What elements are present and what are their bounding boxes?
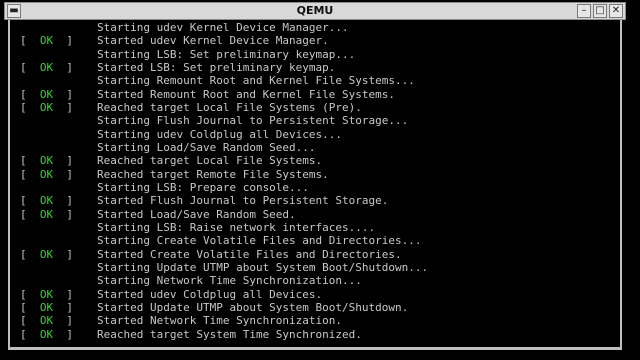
status-badge: [ OK ] (20, 327, 73, 341)
log-line: [ OK ] Started Network Time Synchronizati… (20, 314, 428, 327)
log-line: Starting Update UTMP about System Boot/S… (20, 261, 428, 274)
ok-status: OK (39, 60, 54, 74)
status-badge: [ OK ] (20, 60, 73, 74)
ok-status: OK (39, 207, 54, 221)
log-line: Starting Load/Save Random Seed... (20, 141, 428, 154)
log-message: Starting Update UTMP about System Boot/S… (97, 260, 429, 274)
log-line: Starting Flush Journal to Persistent Sto… (20, 114, 428, 127)
log-line: Starting Remount Root and Kernel File Sy… (20, 74, 428, 87)
log-line: Starting LSB: Raise network interfaces..… (20, 221, 428, 234)
log-message: Starting udev Coldplug all Devices... (97, 127, 343, 141)
log-message: Started Update UTMP about System Boot/Sh… (97, 300, 409, 314)
log-message: Started udev Coldplug all Devices. (97, 287, 323, 301)
status-badge: [ OK ] (20, 247, 73, 261)
log-line: Starting LSB: Set preliminary keymap... (20, 48, 428, 61)
ok-status: OK (39, 247, 54, 261)
status-badge: [ OK ] (20, 194, 73, 208)
log-line: [ OK ] Started Update UTMP about System B… (20, 301, 428, 314)
log-message: Starting Network Time Synchronization... (97, 274, 362, 288)
log-line: [ OK ] Started udev Kernel Device Manager… (20, 34, 428, 47)
log-message: Starting udev Kernel Device Manager... (97, 21, 349, 34)
log-message: Started Create Volatile Files and Direct… (97, 247, 402, 261)
log-line: [ OK ] Reached target System Time Synchro… (20, 328, 428, 341)
log-line: [ OK ] Reached target Remote File Systems… (20, 168, 428, 181)
log-message: Started Load/Save Random Seed. (97, 207, 296, 221)
log-message: Starting Load/Save Random Seed... (97, 140, 316, 154)
log-message: Starting Create Volatile Files and Direc… (97, 234, 422, 248)
log-line: Starting Network Time Synchronization... (20, 274, 428, 287)
log-message: Starting LSB: Prepare console... (97, 180, 309, 194)
log-line: Starting LSB: Prepare console... (20, 181, 428, 194)
title-bar[interactable]: ▬ QEMU – □ ✕ (4, 2, 626, 20)
ok-status: OK (39, 194, 54, 208)
log-line: [ OK ] Started Create Volatile Files and … (20, 248, 428, 261)
log-message: Reached target System Time Synchronized. (97, 327, 362, 341)
status-badge: [ OK ] (20, 154, 73, 168)
ok-status: OK (39, 314, 54, 328)
log-message: Started Flush Journal to Persistent Stor… (97, 194, 389, 208)
log-line: Starting udev Coldplug all Devices... (20, 128, 428, 141)
log-message: Starting Flush Journal to Persistent Sto… (97, 114, 409, 128)
status-badge: [ OK ] (20, 314, 73, 328)
status-badge: [ OK ] (20, 287, 73, 301)
ok-status: OK (39, 287, 54, 301)
log-line: [ OK ] Started Load/Save Random Seed. (20, 208, 428, 221)
log-line: [ OK ] Started Flush Journal to Persisten… (20, 194, 428, 207)
log-message: Starting LSB: Raise network interfaces..… (97, 220, 376, 234)
log-line: [ OK ] Reached target Local File Systems … (20, 101, 428, 114)
log-message: Started LSB: Set preliminary keymap. (97, 60, 336, 74)
status-badge: [ OK ] (20, 167, 73, 181)
status-badge: [ OK ] (20, 207, 73, 221)
console-screen[interactable]: Starting udev Kernel Device Manager...[ … (8, 20, 622, 350)
ok-status: OK (39, 167, 54, 181)
log-message: Reached target Local File Systems (Pre). (97, 100, 362, 114)
log-message: Started udev Kernel Device Manager. (97, 34, 329, 48)
minimize-icon[interactable]: – (577, 4, 591, 18)
boot-log: Starting udev Kernel Device Manager...[ … (20, 21, 428, 341)
log-line: [ OK ] Started udev Coldplug all Devices. (20, 288, 428, 301)
ok-status: OK (39, 327, 54, 341)
maximize-icon[interactable]: □ (593, 4, 607, 18)
log-line: Starting Create Volatile Files and Direc… (20, 234, 428, 247)
log-message: Started Remount Root and Kernel File Sys… (97, 87, 396, 101)
ok-status: OK (39, 154, 54, 168)
ok-status: OK (39, 34, 54, 48)
ok-status: OK (39, 100, 54, 114)
log-message: Started Network Time Synchronization. (97, 314, 343, 328)
log-line: [ OK ] Reached target Local File Systems. (20, 154, 428, 167)
log-message: Starting LSB: Set preliminary keymap... (97, 47, 356, 61)
ok-status: OK (39, 87, 54, 101)
log-message: Starting Remount Root and Kernel File Sy… (97, 74, 415, 88)
status-badge: [ OK ] (20, 87, 73, 101)
log-message: Reached target Local File Systems. (97, 154, 323, 168)
close-icon[interactable]: ✕ (609, 4, 623, 18)
status-badge: [ OK ] (20, 300, 73, 314)
log-line: [ OK ] Started LSB: Set preliminary keyma… (20, 61, 428, 74)
log-line: Starting udev Kernel Device Manager... (20, 21, 428, 34)
status-badge: [ OK ] (20, 100, 73, 114)
window-title: QEMU (296, 4, 334, 17)
ok-status: OK (39, 300, 54, 314)
qemu-window: ▬ QEMU – □ ✕ Starting udev Kernel Device… (0, 0, 640, 360)
status-badge: [ OK ] (20, 34, 73, 48)
log-message: Reached target Remote File Systems. (97, 167, 329, 181)
log-line: [ OK ] Started Remount Root and Kernel Fi… (20, 88, 428, 101)
